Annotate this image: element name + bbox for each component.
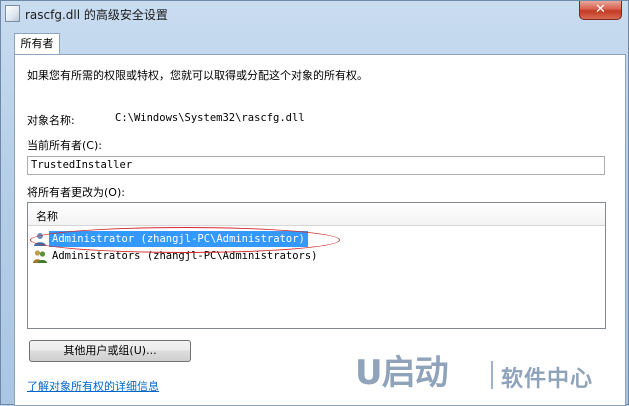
list-item-label: Administrators (zhangjl-PC\Administrator… [52, 250, 318, 262]
dialog-window: rascfg.dll 的高级安全设置 ✕ 所有者 如果您有所需的权限或特权，您就… [0, 0, 629, 406]
other-users-button[interactable]: 其他用户或组(U)... [29, 340, 191, 362]
learn-more-link[interactable]: 了解对象所有权的详细信息 [27, 378, 159, 394]
object-name-label: 对象名称: [27, 114, 75, 127]
watermark-logo: U启动 [355, 353, 449, 393]
watermark-divider [491, 361, 493, 389]
current-owner-field[interactable]: TrustedInstaller [27, 156, 605, 175]
title-bar[interactable]: rascfg.dll 的高级安全设置 ✕ [1, 1, 628, 27]
list-item[interactable]: Administrator (zhangjl-PC\Administrator) [30, 231, 603, 247]
object-name-value: C:\Windows\System32\rascfg.dll [115, 112, 305, 124]
list-item-label: Administrator (zhangjl-PC\Administrator) [49, 231, 308, 247]
watermark-text: 软件中心 [501, 367, 594, 392]
owner-candidate-list[interactable]: 名称 Administrator (zhangjl-PC\Administrat… [27, 202, 606, 329]
window-title: rascfg.dll 的高级安全设置 [25, 8, 168, 22]
close-button[interactable]: ✕ [579, 1, 622, 20]
watermark: U启动 软件中心 [355, 349, 627, 405]
list-column-header[interactable]: 名称 [28, 203, 605, 226]
user-icon [34, 233, 46, 246]
intro-text: 如果您有所需的权限或特权，您就可以取得或分配这个对象的所有权。 [27, 69, 368, 82]
file-icon [5, 5, 20, 22]
list-item[interactable]: Administrators (zhangjl-PC\Administrator… [30, 248, 603, 264]
users-group-icon [33, 250, 47, 263]
column-name-label: 名称 [36, 210, 58, 223]
tab-owner[interactable]: 所有者 [14, 33, 60, 55]
current-owner-label: 当前所有者(C): [27, 139, 102, 152]
change-owner-label: 将所有者更改为(O): [27, 186, 125, 199]
